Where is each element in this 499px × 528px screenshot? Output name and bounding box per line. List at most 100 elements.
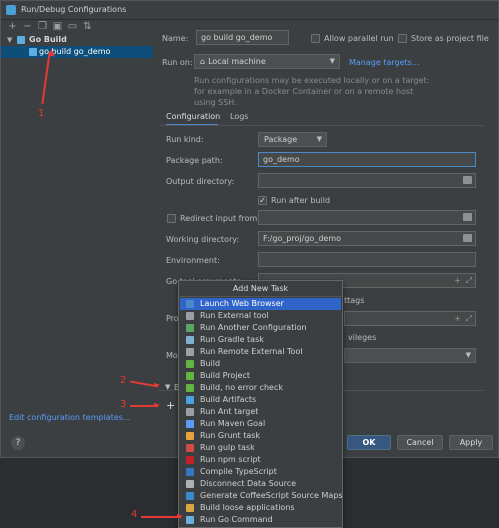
arrow-right-icon: ► [154, 380, 161, 389]
working-dir-label: Working directory: [166, 235, 240, 244]
run-after-build-label: Run after build [271, 196, 331, 205]
menu-item[interactable]: Disconnect Data Source [180, 478, 341, 490]
coffeescript-icon [186, 492, 194, 500]
program-args-input[interactable]: + ⤢ [344, 311, 476, 326]
annotation-1: 1 [38, 108, 45, 119]
store-as-project-label: Store as project file [411, 34, 489, 43]
go-build-icon [29, 48, 37, 56]
cancel-button[interactable]: Cancel [397, 435, 443, 450]
sort-icon[interactable]: ⇅ [82, 21, 93, 32]
tab-logs[interactable]: Logs [230, 109, 248, 126]
menu-item-label: Launch Web Browser [200, 299, 284, 308]
menu-item[interactable]: Build loose applications [180, 502, 341, 514]
menu-item-label: Run npm script [200, 455, 261, 464]
add-icon[interactable]: + [7, 21, 18, 32]
menu-item-label: Disconnect Data Source [200, 479, 297, 488]
menu-item[interactable]: Build Artifacts [180, 394, 341, 406]
folder-icon[interactable] [463, 176, 472, 184]
go-icon [186, 516, 194, 524]
go-build-icon [17, 36, 25, 44]
menu-item-label: Run Ant target [200, 407, 259, 416]
working-dir-input[interactable]: F:/go_proj/go_demo [258, 231, 476, 246]
menu-item-label: Build Project [200, 371, 250, 380]
config-tree: ▼ Go Build go build go_demo [1, 34, 153, 414]
redirect-input-label: Redirect input from: [180, 214, 260, 223]
menu-item[interactable]: Run Another Configuration [180, 322, 341, 334]
redirect-input-field[interactable] [258, 210, 476, 225]
ok-button[interactable]: OK [347, 435, 391, 450]
expand-icon[interactable]: + [454, 312, 461, 325]
help-button[interactable]: ? [11, 436, 25, 450]
database-icon [186, 480, 194, 488]
expand-icon[interactable]: + [454, 274, 461, 287]
move-up-icon[interactable]: ▭ [67, 21, 78, 32]
expand-field-icon[interactable]: ⤢ [466, 274, 472, 287]
environment-input[interactable] [258, 252, 476, 267]
title-bar: Run/Debug Configurations [1, 1, 498, 20]
output-dir-input[interactable] [258, 173, 476, 188]
name-label: Name: [162, 34, 189, 43]
add-task-button[interactable]: + [166, 399, 175, 412]
chevron-down-icon[interactable]: ▼ [7, 34, 12, 46]
expand-field-icon[interactable]: ⤢ [466, 312, 472, 325]
run-kind-label: Run kind: [166, 135, 204, 144]
gradle-icon [186, 336, 194, 344]
tree-item-go-build-demo[interactable]: go build go_demo [1, 46, 153, 58]
menu-item[interactable]: Run Go Command [180, 514, 341, 526]
tab-configuration[interactable]: Configuration [166, 109, 220, 126]
working-dir-value: F:/go_proj/go_demo [263, 234, 342, 243]
menu-item[interactable]: Build [180, 358, 341, 370]
run-kind-select[interactable]: Package ▼ [258, 132, 327, 147]
menu-item-label: Run Go Command [200, 515, 273, 524]
module-select[interactable]: ▼ [344, 348, 476, 363]
menu-item[interactable]: Run npm script [180, 454, 341, 466]
hammer-icon [186, 384, 194, 392]
remote-tool-icon [186, 348, 194, 356]
menu-item[interactable]: Run Ant target [180, 406, 341, 418]
folder-icon[interactable] [463, 234, 472, 242]
annotation-3: 3 [120, 399, 127, 410]
copy-icon[interactable]: ❐ [37, 21, 48, 32]
allow-parallel-checkbox[interactable] [311, 34, 320, 43]
folder-icon[interactable] [463, 213, 472, 221]
annotation-4: 4 [131, 509, 138, 520]
menu-item[interactable]: Build, no error check [180, 382, 341, 394]
package-path-input[interactable]: go_demo [258, 152, 476, 167]
build-loose-icon [186, 504, 194, 512]
apply-button[interactable]: Apply [449, 435, 493, 450]
menu-item[interactable]: Run Maven Goal [180, 418, 341, 430]
redirect-input-checkbox[interactable] [167, 214, 176, 223]
hammer-icon [186, 372, 194, 380]
module-partial: Mo [166, 351, 178, 360]
add-new-task-menu: Add New Task Launch Web Browser Run Exter… [178, 280, 343, 528]
run-after-build-checkbox[interactable]: ✓ [258, 196, 267, 205]
name-input[interactable]: go build go_demo [196, 30, 289, 45]
app-logo-icon [6, 5, 16, 15]
menu-item[interactable]: Build Project [180, 370, 341, 382]
menu-item[interactable]: Launch Web Browser [180, 298, 341, 310]
menu-item[interactable]: Run Grunt task [180, 430, 341, 442]
menu-item[interactable]: Generate CoffeeScript Source Maps [180, 490, 343, 502]
arrow-right-icon: ► [177, 511, 184, 520]
menu-item[interactable]: Run External tool [180, 310, 341, 322]
tool-icon [186, 312, 194, 320]
menu-item[interactable]: Compile TypeScript [180, 466, 341, 478]
menu-item-label: Build loose applications [200, 503, 295, 512]
tree-group-go-build[interactable]: ▼ Go Build [1, 34, 153, 46]
store-as-project-checkbox[interactable] [398, 34, 407, 43]
build-tags-partial: ttags [344, 296, 365, 305]
run-on-select[interactable]: ⌂ Local machine ▼ [194, 54, 340, 69]
menu-item-label: Run Maven Goal [200, 419, 266, 428]
menu-item[interactable]: Run Remote External Tool [180, 346, 341, 358]
save-icon[interactable]: ▣ [52, 21, 63, 32]
edit-templates-link[interactable]: Edit configuration templates... [9, 413, 131, 422]
remove-icon[interactable]: − [22, 21, 33, 32]
menu-item[interactable]: Run gulp task [180, 442, 341, 454]
run-icon [186, 324, 194, 332]
manage-targets-link[interactable]: Manage targets... [349, 58, 419, 67]
annotation-2: 2 [120, 375, 127, 386]
program-args-partial: Pro [166, 314, 179, 323]
menu-item[interactable]: Run Gradle task [180, 334, 341, 346]
allow-parallel-label: Allow parallel run [324, 34, 394, 43]
menu-item-label: Run Grunt task [200, 431, 261, 440]
